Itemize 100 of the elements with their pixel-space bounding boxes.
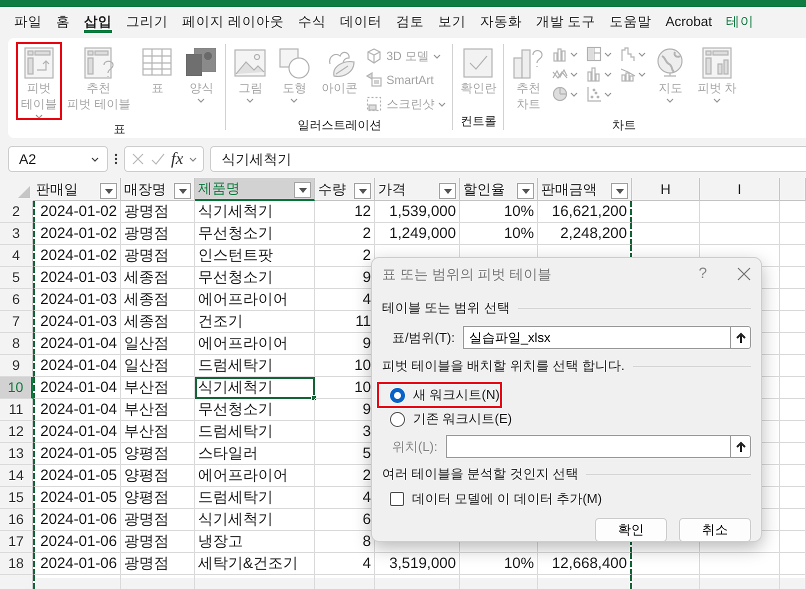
group-label: 컨트롤 xyxy=(459,113,498,130)
empty-cell xyxy=(780,553,806,575)
collapse-button[interactable] xyxy=(730,435,751,458)
empty-cell xyxy=(780,245,806,267)
combo-chart-icon xyxy=(620,66,636,82)
range-field[interactable]: 실습파일_xlsx xyxy=(462,326,730,349)
ribbon-tab[interactable]: 도움말 xyxy=(610,10,652,34)
row-header[interactable]: 18 xyxy=(0,553,33,575)
checkbox[interactable] xyxy=(390,492,404,506)
column-header[interactable]: 판매금액 xyxy=(538,178,632,201)
collapse-button[interactable] xyxy=(730,326,751,349)
section-heading: 테이블 또는 범위 선택 xyxy=(382,299,510,318)
row-header[interactable]: 6 xyxy=(0,289,33,311)
table-cell: 2024-01-04 xyxy=(33,333,121,355)
radio-button[interactable] xyxy=(390,388,405,402)
table-cell: 드럼세탁기 xyxy=(195,487,315,509)
dropdown-icon xyxy=(616,188,624,194)
table-cell: 양평점 xyxy=(121,443,195,465)
group-label: 표 xyxy=(112,121,127,138)
row-header[interactable]: 8 xyxy=(0,333,33,355)
column-header[interactable]: 가격 xyxy=(375,178,460,201)
row-header[interactable]: 16 xyxy=(0,509,33,531)
selected-cell[interactable]: 식기세척기 xyxy=(195,377,315,399)
table-cell: 2024-01-05 xyxy=(33,443,121,465)
column-header[interactable]: H xyxy=(632,178,700,201)
column-label: 할인율 xyxy=(463,180,505,198)
ribbon-tab[interactable]: 수식 xyxy=(298,10,326,34)
empty-cell xyxy=(632,201,700,223)
cell-reference: A2 xyxy=(19,150,36,168)
ribbon-tab[interactable]: 페이지 레이아웃 xyxy=(182,10,284,34)
row-header[interactable]: 7 xyxy=(0,311,33,333)
row-header[interactable]: 13 xyxy=(0,443,33,465)
empty-cell xyxy=(780,399,806,421)
radio-button[interactable] xyxy=(390,412,405,426)
dropdown-icon xyxy=(358,188,366,194)
filter-button[interactable] xyxy=(439,183,456,199)
row-header[interactable]: 9 xyxy=(0,355,33,377)
formula-field[interactable]: 식기세척기 xyxy=(210,146,806,172)
table-cell: 광명점 xyxy=(121,509,195,531)
empty-cell xyxy=(780,355,806,377)
table-cell: 무선청소기 xyxy=(195,267,315,289)
confirm-icon xyxy=(151,152,165,166)
ribbon-tab[interactable]: 보기 xyxy=(438,10,466,34)
filter-button[interactable] xyxy=(517,183,534,199)
ribbon-tab[interactable]: 데이터 xyxy=(340,10,382,34)
ribbon-tab[interactable]: 검토 xyxy=(396,10,424,34)
section-heading: 여러 테이블을 분석할 것인지 선택 xyxy=(382,465,578,484)
empty-cell xyxy=(780,465,806,487)
row-header[interactable]: 3 xyxy=(0,223,33,245)
row-header[interactable]: 2 xyxy=(0,201,33,223)
empty-cell xyxy=(780,267,806,289)
checkbox-label[interactable]: 데이터 모델에 이 데이터 추가(M) xyxy=(412,489,602,509)
table-cell: 일산점 xyxy=(121,333,195,355)
table-cell: 3,519,000 xyxy=(375,553,460,575)
column-header[interactable]: 판매일 xyxy=(33,178,121,201)
scatter-chart-icon xyxy=(586,86,602,102)
table-cell: 광명점 xyxy=(121,223,195,245)
table-cell: 광명점 xyxy=(121,245,195,267)
group-label: 차트 xyxy=(611,117,638,134)
close-button[interactable] xyxy=(737,267,751,281)
select-all-icon xyxy=(18,186,30,198)
radio-label[interactable]: 기존 워크시트(E) xyxy=(413,409,512,429)
row-header[interactable]: 15 xyxy=(0,487,33,509)
filter-button[interactable] xyxy=(611,183,628,199)
ribbon-tab[interactable]: 테이 xyxy=(726,10,754,34)
ribbon-tab[interactable]: Acrobat xyxy=(666,10,712,34)
ribbon-tab[interactable]: 홈 xyxy=(56,10,70,34)
row-header[interactable]: 5 xyxy=(0,267,33,289)
row-header[interactable]: 14 xyxy=(0,465,33,487)
table-cell: 10% xyxy=(460,553,538,575)
insert-function-button[interactable]: fx xyxy=(171,146,184,172)
filter-button[interactable] xyxy=(100,183,117,199)
dialog-button[interactable]: 취소 xyxy=(679,518,751,542)
ribbon-tab[interactable]: 그리기 xyxy=(126,10,168,34)
column-header[interactable]: 수량 xyxy=(315,178,375,201)
filter-button[interactable] xyxy=(294,182,311,198)
row-header[interactable]: 4 xyxy=(0,245,33,267)
column-header[interactable]: 할인율 xyxy=(460,178,538,201)
screenshot-icon xyxy=(366,96,382,112)
ribbon-tab[interactable]: 삽입 xyxy=(84,10,112,34)
column-header[interactable]: I xyxy=(700,178,780,201)
column-label: 가격 xyxy=(378,180,406,198)
table-cell: 4 xyxy=(315,553,375,575)
table-cell: 광명점 xyxy=(121,553,195,575)
table-cell: 1,539,000 xyxy=(375,201,460,223)
table-cell: 무선청소기 xyxy=(195,223,315,245)
ribbon-tab[interactable]: 파일 xyxy=(14,10,42,34)
row-header[interactable]: 17 xyxy=(0,531,33,553)
filter-button[interactable] xyxy=(174,183,191,199)
ribbon-tab[interactable]: 자동화 xyxy=(480,10,522,34)
dialog-button[interactable]: 확인 xyxy=(595,518,667,542)
row-header[interactable]: 12 xyxy=(0,421,33,443)
column-label: 매장명 xyxy=(124,180,166,198)
row-header[interactable]: 11 xyxy=(0,399,33,421)
filter-button[interactable] xyxy=(354,183,371,199)
ribbon-tab[interactable]: 개발 도구 xyxy=(536,10,596,34)
name-box[interactable]: A2 xyxy=(8,146,108,172)
radio-label[interactable]: 새 워크시트(N) xyxy=(413,385,500,405)
column-header[interactable]: 매장명 xyxy=(121,178,195,201)
table-cell: 광명점 xyxy=(121,531,195,553)
